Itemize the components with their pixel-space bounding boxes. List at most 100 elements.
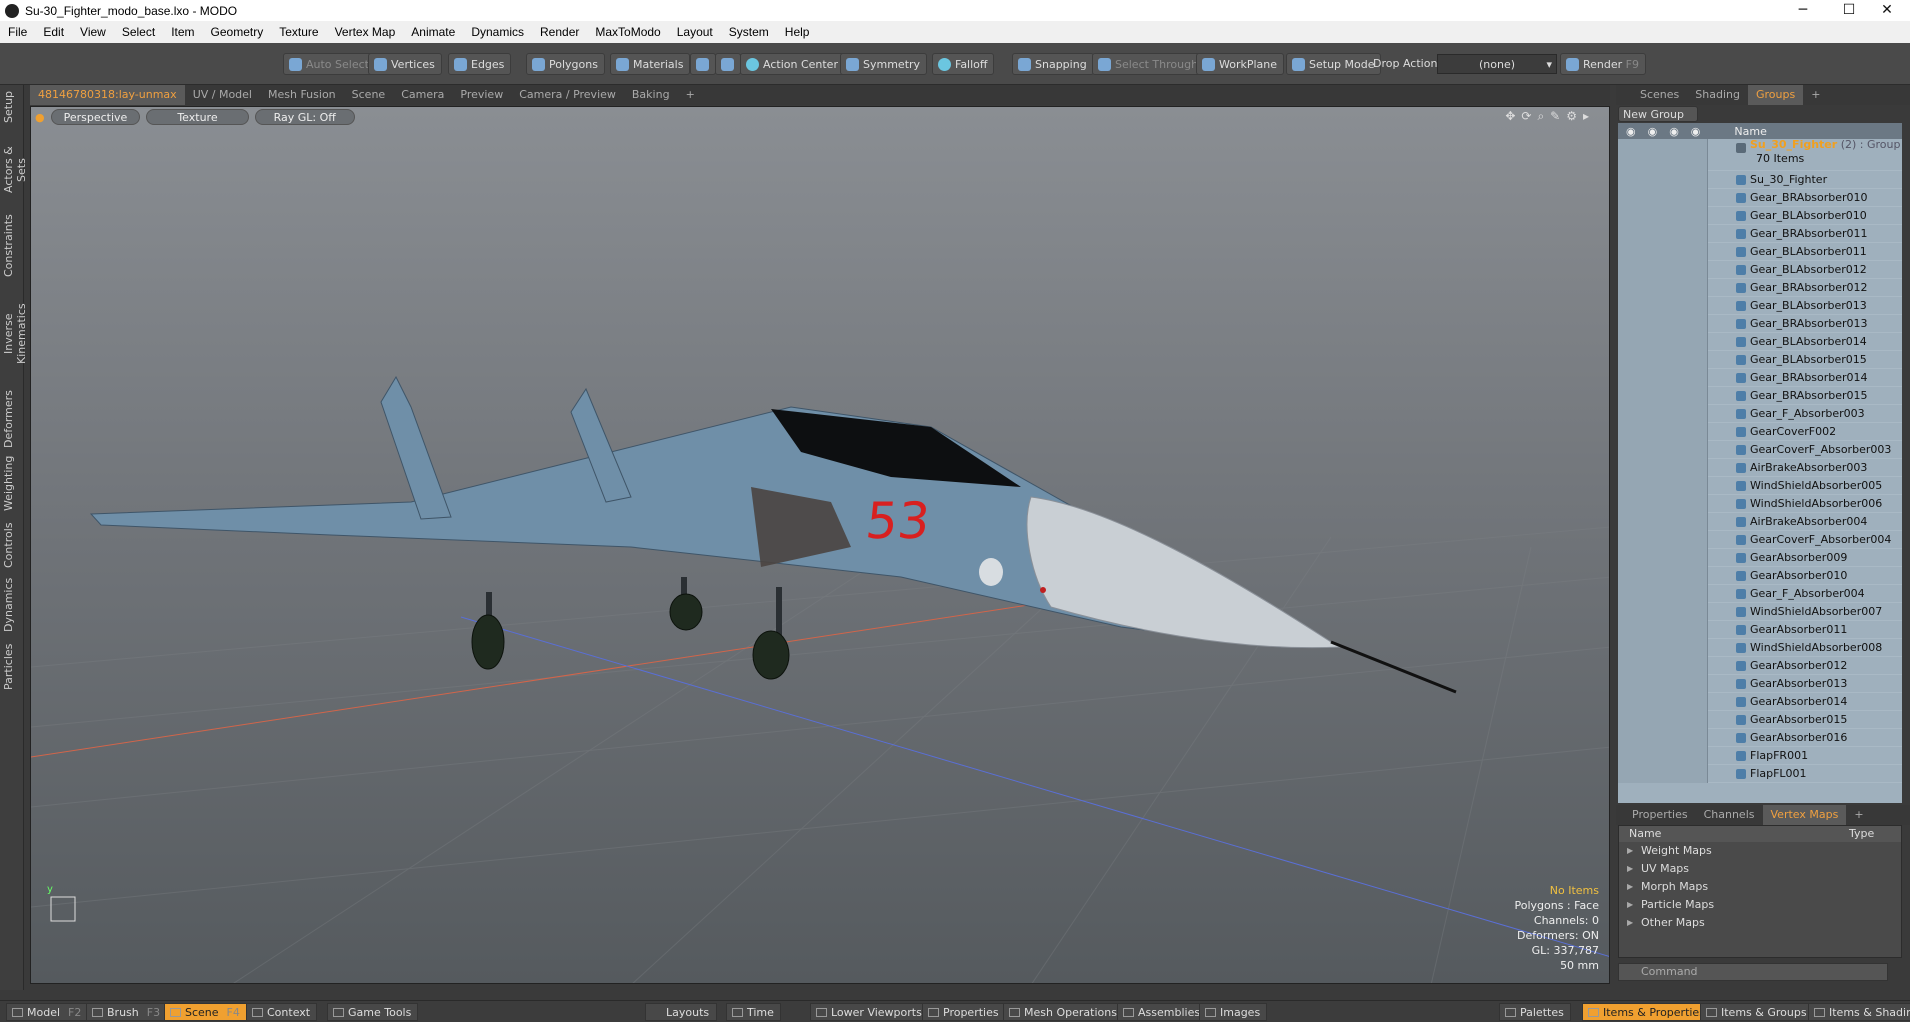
tab-shading[interactable]: Shading (1687, 85, 1748, 105)
tab-lay-unmax[interactable]: 48146780318:lay-unmax (30, 85, 185, 105)
vm-uv-maps[interactable]: UV Maps (1619, 860, 1901, 878)
tab-preview[interactable]: Preview (452, 85, 511, 105)
list-item[interactable]: WindShieldAbsorber006 (1618, 495, 1902, 513)
tab-groups[interactable]: Groups (1747, 85, 1804, 105)
action-center-button[interactable]: Action Center (740, 53, 845, 75)
falloff-button[interactable]: Falloff (932, 53, 995, 75)
menu-view[interactable]: View (72, 25, 114, 39)
select-mode-button-2[interactable] (715, 53, 741, 75)
tab-uv-model[interactable]: UV / Model (185, 85, 260, 105)
select-through-button[interactable]: Select Through (1092, 53, 1206, 75)
menu-dynamics[interactable]: Dynamics (463, 25, 532, 39)
list-item[interactable]: Gear_BLAbsorber015 (1618, 351, 1902, 369)
model-button[interactable]: Model F2 (6, 1003, 89, 1021)
tab-camera[interactable]: Camera (393, 85, 452, 105)
list-item[interactable]: Gear_F_Absorber004 (1618, 585, 1902, 603)
list-item[interactable]: Gear_F_Absorber003 (1618, 405, 1902, 423)
vm-weight-maps[interactable]: Weight Maps (1619, 842, 1901, 860)
symmetry-button[interactable]: Symmetry (840, 53, 928, 75)
vm-other-maps[interactable]: Other Maps (1619, 914, 1901, 932)
tab-mesh-fusion[interactable]: Mesh Fusion (260, 85, 344, 105)
list-item[interactable]: GearAbsorber009 (1618, 549, 1902, 567)
menu-animate[interactable]: Animate (403, 25, 463, 39)
add-tab-button[interactable]: + (1846, 805, 1871, 825)
vertices-button[interactable]: Vertices (368, 53, 442, 75)
list-item[interactable]: FlapFL001 (1618, 765, 1902, 783)
tab-actors-sets[interactable]: Actors & Sets (2, 135, 28, 205)
tab-vertex-maps[interactable]: Vertex Maps (1762, 805, 1847, 825)
list-item[interactable]: FlapFR001 (1618, 747, 1902, 765)
list-item[interactable]: GearCoverF_Absorber003 (1618, 441, 1902, 459)
items-shading-button[interactable]: Items & Shading (1808, 1003, 1910, 1021)
group-row[interactable]: Su_30_Fighter (2) : Group 70 Items (1618, 138, 1902, 171)
tab-controls[interactable]: Controls (2, 519, 22, 571)
tab-dynamics[interactable]: Dynamics (2, 577, 22, 633)
command-input[interactable]: Command (1618, 963, 1888, 981)
tab-scenes[interactable]: Scenes (1632, 85, 1687, 105)
minimize-button[interactable]: ─ (1780, 0, 1826, 21)
new-group-button[interactable]: New Group (1618, 106, 1698, 122)
polygons-button[interactable]: Polygons (526, 53, 605, 75)
list-item[interactable]: Gear_BRAbsorber014 (1618, 369, 1902, 387)
list-item[interactable]: GearCoverF_Absorber004 (1618, 531, 1902, 549)
add-tab-button[interactable]: + (1803, 85, 1828, 105)
properties-button[interactable]: Properties (922, 1003, 1006, 1021)
list-item[interactable]: Gear_BLAbsorber013 (1618, 297, 1902, 315)
tab-scene[interactable]: Scene (344, 85, 394, 105)
menu-file[interactable]: File (0, 25, 35, 39)
list-item[interactable]: Gear_BLAbsorber010 (1618, 207, 1902, 225)
list-item[interactable]: GearAbsorber013 (1618, 675, 1902, 693)
menu-render[interactable]: Render (532, 25, 587, 39)
list-item[interactable]: AirBrakeAbsorber004 (1618, 513, 1902, 531)
list-item[interactable]: Gear_BRAbsorber012 (1618, 279, 1902, 297)
3d-viewport[interactable]: ● Perspective Texture Ray GL: Off ✥⟳⌕✎⚙▸… (30, 106, 1610, 984)
add-tab-button[interactable]: + (678, 85, 703, 105)
list-item[interactable]: WindShieldAbsorber008 (1618, 639, 1902, 657)
tab-camera-preview[interactable]: Camera / Preview (511, 85, 624, 105)
context-button[interactable]: Context (246, 1003, 318, 1021)
list-item[interactable]: Gear_BRAbsorber011 (1618, 225, 1902, 243)
mesh-operations-button[interactable]: Mesh Operations (1003, 1003, 1124, 1021)
edges-button[interactable]: Edges (448, 53, 512, 75)
menu-help[interactable]: Help (777, 25, 818, 39)
tab-channels[interactable]: Channels (1696, 805, 1763, 825)
vm-morph-maps[interactable]: Morph Maps (1619, 878, 1901, 896)
list-item[interactable]: GearAbsorber015 (1618, 711, 1902, 729)
menu-geometry[interactable]: Geometry (203, 25, 272, 39)
tab-setup[interactable]: Setup (2, 89, 22, 125)
game-tools-button[interactable]: Game Tools (327, 1003, 419, 1021)
tab-constraints[interactable]: Constraints (2, 214, 22, 277)
select-mode-button[interactable] (690, 53, 716, 75)
menu-edit[interactable]: Edit (35, 25, 72, 39)
tab-particles[interactable]: Particles (2, 641, 22, 693)
tab-properties[interactable]: Properties (1624, 805, 1696, 825)
list-item[interactable]: Gear_BLAbsorber012 (1618, 261, 1902, 279)
palettes-button[interactable]: Palettes (1499, 1003, 1571, 1021)
time-button[interactable]: Time (726, 1003, 781, 1021)
tab-deformers[interactable]: Deformers (2, 390, 22, 448)
menu-item[interactable]: Item (163, 25, 202, 39)
images-button[interactable]: Images (1199, 1003, 1268, 1021)
list-item[interactable]: GearAbsorber011 (1618, 621, 1902, 639)
brush-button[interactable]: Brush F3 (86, 1003, 168, 1021)
render-button[interactable]: Render F9 (1560, 53, 1646, 75)
list-item[interactable]: Gear_BRAbsorber010 (1618, 189, 1902, 207)
tab-weighting[interactable]: Weighting (2, 455, 22, 511)
list-item[interactable]: GearAbsorber014 (1618, 693, 1902, 711)
close-button[interactable]: ✕ (1864, 0, 1910, 21)
layouts-button[interactable]: Layouts (645, 1003, 717, 1021)
list-item[interactable]: WindShieldAbsorber005 (1618, 477, 1902, 495)
items-groups-button[interactable]: Items & Groups (1700, 1003, 1814, 1021)
drop-action-dropdown[interactable]: (none) ▾ (1437, 54, 1557, 74)
list-item[interactable]: Gear_BLAbsorber011 (1618, 243, 1902, 261)
menu-vertex-map[interactable]: Vertex Map (327, 25, 404, 39)
vm-particle-maps[interactable]: Particle Maps (1619, 896, 1901, 914)
workplane-button[interactable]: WorkPlane (1196, 53, 1285, 75)
scene-button[interactable]: Scene F4 (164, 1003, 247, 1021)
list-item[interactable]: AirBrakeAbsorber003 (1618, 459, 1902, 477)
list-item[interactable]: Gear_BRAbsorber013 (1618, 315, 1902, 333)
setup-mode-button[interactable]: Setup Mode (1286, 53, 1382, 75)
menu-layout[interactable]: Layout (669, 25, 721, 39)
list-item[interactable]: GearAbsorber016 (1618, 729, 1902, 747)
groups-list[interactable]: ◉◉◉◉ Name Su_30_Fighter (2) : Group 70 I… (1618, 123, 1902, 803)
